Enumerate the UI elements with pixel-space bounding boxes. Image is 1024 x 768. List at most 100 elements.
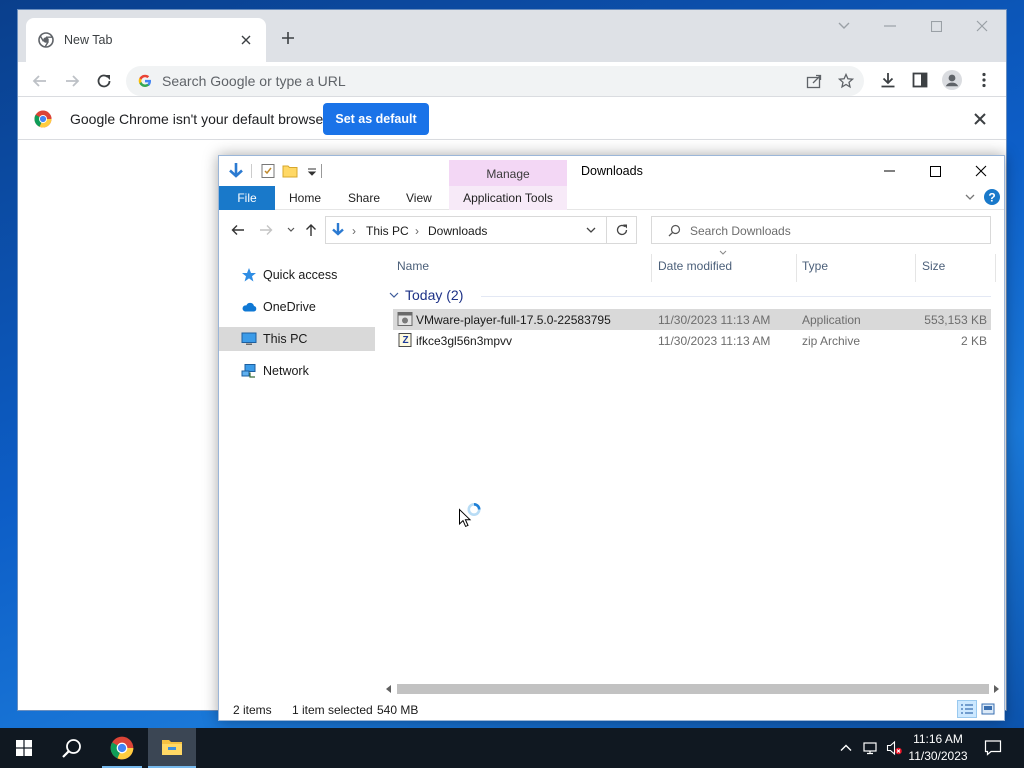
taskbar-search-button[interactable] <box>48 728 96 768</box>
ribbon-tab-file[interactable]: File <box>219 186 275 210</box>
scrollbar-thumb[interactable] <box>397 684 989 694</box>
status-item-count: 2 items <box>233 703 272 717</box>
forward-icon[interactable] <box>58 67 86 95</box>
status-selection-size: 540 MB <box>377 703 419 717</box>
status-selection: 1 item selected <box>292 703 373 717</box>
search-downloads-input[interactable]: Search Downloads <box>651 216 991 244</box>
address-dropdown-icon[interactable] <box>586 227 596 234</box>
explorer-title-bar: Manage Downloads <box>219 156 1004 187</box>
notifications-icon[interactable] <box>984 739 1002 757</box>
taskbar-file-explorer-button[interactable] <box>148 728 196 768</box>
refresh-icon[interactable] <box>615 223 629 237</box>
downloads-icon[interactable] <box>878 70 898 90</box>
downloads-arrow-icon <box>229 163 243 178</box>
chrome-menu-icon[interactable] <box>974 70 994 90</box>
column-header-name[interactable]: Name <box>397 259 429 273</box>
explorer-minimize-icon[interactable] <box>866 156 912 186</box>
ribbon-tab-application-tools[interactable]: Application Tools <box>449 186 567 210</box>
column-separator[interactable] <box>651 254 652 282</box>
minimize-icon[interactable] <box>867 10 913 42</box>
search-icon <box>668 224 681 237</box>
nav-up-icon[interactable] <box>305 223 317 237</box>
clock-time: 11:16 AM <box>913 732 963 746</box>
qat-dropdown-icon[interactable] <box>303 162 321 180</box>
status-bar: 2 items 1 item selected 540 MB <box>219 700 1004 720</box>
back-icon[interactable] <box>26 67 54 95</box>
recent-locations-chevron-icon[interactable] <box>287 227 295 233</box>
search-icon <box>62 739 81 758</box>
column-separator[interactable] <box>995 254 996 282</box>
file-type: zip Archive <box>802 334 861 348</box>
start-button[interactable] <box>0 728 48 768</box>
profile-avatar-icon[interactable] <box>942 70 962 90</box>
system-clock[interactable]: 11:16 AM 11/30/2023 <box>900 731 976 765</box>
column-header-date-modified[interactable]: Date modified <box>658 259 732 273</box>
qat-divider <box>251 164 252 178</box>
ribbon-expand-chevron-icon[interactable] <box>965 194 975 201</box>
tab-title: New Tab <box>64 33 113 47</box>
nav-item-onedrive[interactable]: OneDrive <box>219 295 375 319</box>
new-folder-icon[interactable] <box>281 162 299 180</box>
file-row[interactable]: Z ifkce3gl56n3mpvv 11/30/2023 11:13 AM z… <box>393 330 991 351</box>
taskbar-chrome-button[interactable] <box>98 728 146 768</box>
close-icon[interactable] <box>959 10 1005 42</box>
nav-forward-icon[interactable] <box>259 224 273 236</box>
windows-logo-icon <box>16 740 32 756</box>
share-icon[interactable] <box>806 73 822 89</box>
nav-item-network[interactable]: Network <box>219 359 375 383</box>
breadcrumb-this-pc[interactable]: This PC <box>366 224 409 238</box>
svg-text:?: ? <box>988 191 995 205</box>
ribbon-tab-view[interactable]: View <box>406 186 432 210</box>
group-collapse-chevron-icon[interactable] <box>389 292 399 299</box>
navigation-pane: Quick access OneDrive This PC Network <box>219 251 377 681</box>
side-panel-icon[interactable] <box>910 70 930 90</box>
qat-divider-2 <box>321 164 322 178</box>
nav-item-this-pc[interactable]: This PC <box>219 327 375 351</box>
breadcrumb-downloads[interactable]: Downloads <box>428 224 487 238</box>
column-header-size[interactable]: Size <box>922 259 945 273</box>
address-bar[interactable]: › This PC › Downloads <box>325 216 637 244</box>
group-label: Today (2) <box>405 287 464 303</box>
nav-back-icon[interactable] <box>231 224 245 236</box>
file-type: Application <box>802 313 861 327</box>
chrome-favicon-icon <box>38 32 54 48</box>
browser-toolbar: Search Google or type a URL <box>18 62 1006 100</box>
nav-label: Network <box>263 364 309 378</box>
tab-close-icon[interactable] <box>238 32 254 48</box>
omnibox-placeholder: Search Google or type a URL <box>162 73 346 89</box>
scroll-right-icon[interactable] <box>993 685 1000 693</box>
horizontal-scrollbar[interactable] <box>383 682 1003 696</box>
chrome-logo-icon <box>110 736 134 760</box>
new-tab-plus-icon[interactable] <box>276 26 300 50</box>
large-icons-view-icon[interactable] <box>981 702 995 716</box>
file-date: 11/30/2023 11:13 AM <box>658 334 771 348</box>
ribbon-tab-share[interactable]: Share <box>348 186 380 210</box>
tab-search-chevron-icon[interactable] <box>821 10 867 42</box>
file-row[interactable]: VMware-player-full-17.5.0-22583795 11/30… <box>393 309 991 330</box>
tab-new-tab[interactable]: New Tab <box>26 18 266 62</box>
infobar-message: Google Chrome isn't your default browser <box>70 111 328 127</box>
star-icon <box>242 268 256 282</box>
explorer-maximize-icon[interactable] <box>912 156 958 186</box>
manage-context-label: Manage <box>449 160 567 187</box>
network-status-icon[interactable] <box>862 740 878 756</box>
show-hidden-icons-chevron-icon[interactable] <box>838 740 854 756</box>
column-separator[interactable] <box>915 254 916 282</box>
set-as-default-button[interactable]: Set as default <box>323 103 429 135</box>
nav-item-quick-access[interactable]: Quick access <box>219 263 375 287</box>
omnibox[interactable]: Search Google or type a URL <box>126 66 864 96</box>
properties-icon[interactable] <box>259 162 277 180</box>
column-separator[interactable] <box>796 254 797 282</box>
ribbon-tab-home[interactable]: Home <box>289 186 321 210</box>
explorer-close-icon[interactable] <box>958 156 1004 186</box>
reload-icon[interactable] <box>90 67 118 95</box>
computer-icon <box>241 332 257 345</box>
infobar-close-icon[interactable] <box>972 111 988 127</box>
maximize-icon[interactable] <box>913 10 959 42</box>
help-icon[interactable]: ? <box>984 189 1000 205</box>
column-header-type[interactable]: Type <box>802 259 828 273</box>
group-header-today[interactable]: Today (2) <box>389 287 463 303</box>
bookmark-star-icon[interactable] <box>838 73 854 89</box>
scroll-left-icon[interactable] <box>385 685 392 693</box>
details-view-icon[interactable] <box>957 700 977 718</box>
